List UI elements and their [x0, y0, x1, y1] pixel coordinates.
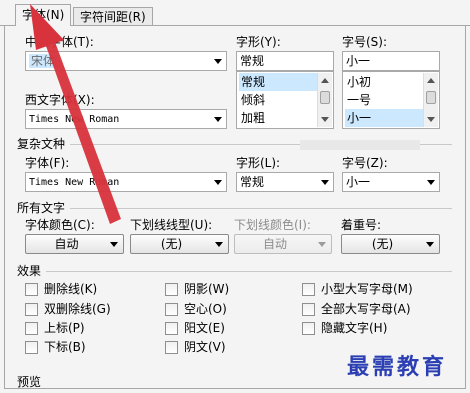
preview-group-title: 预览: [17, 375, 42, 389]
chevron-down-icon[interactable]: [321, 180, 329, 185]
chevron-down-icon[interactable]: [427, 180, 435, 185]
font-style-label: 字形(Y):: [236, 35, 281, 49]
scroll-thumb[interactable]: [426, 91, 436, 104]
western-font-label: 西文字体(X):: [25, 93, 95, 107]
group-divider: [46, 271, 452, 272]
watermark-text: 最需教育: [347, 354, 448, 380]
underline-color-label: 下划线颜色(I):: [234, 218, 311, 232]
font-color-label: 字体颜色(C):: [25, 218, 95, 232]
emphasis-button[interactable]: (无): [341, 234, 440, 254]
font-size-label: 字号(S):: [342, 35, 388, 49]
chevron-down-icon[interactable]: [110, 242, 118, 247]
tab-font[interactable]: 字体(N): [15, 4, 72, 26]
scroll-down-icon[interactable]: [427, 117, 435, 122]
scroll-thumb[interactable]: [320, 91, 330, 104]
font-size-scrollbar[interactable]: [423, 73, 438, 127]
complex-font-label: 字体(F):: [25, 156, 70, 170]
complex-script-group-title: 复杂文种: [17, 137, 66, 151]
complex-style-combo[interactable]: 常规: [236, 172, 334, 192]
chevron-down-icon[interactable]: [215, 242, 223, 247]
list-item[interactable]: 倾斜: [239, 91, 265, 109]
complex-font-combo[interactable]: Times New Roman: [25, 172, 227, 192]
font-size-list[interactable]: 小初 一号 小一: [342, 71, 440, 129]
scroll-up-icon[interactable]: [427, 78, 435, 83]
list-item[interactable]: 加粗: [239, 109, 265, 127]
group-divider: [70, 208, 452, 209]
complex-style-label: 字形(L):: [236, 156, 281, 170]
list-item[interactable]: 一号: [345, 91, 371, 109]
chevron-down-icon[interactable]: [214, 59, 222, 64]
effects-group-title: 效果: [17, 264, 42, 278]
chinese-font-label: 中文字体(T):: [25, 35, 94, 49]
list-item[interactable]: 小一: [345, 109, 423, 127]
chinese-font-value: 宋体: [29, 54, 58, 68]
underline-type-label: 下划线线型(U):: [130, 218, 213, 232]
scroll-down-icon[interactable]: [321, 117, 329, 122]
font-style-list[interactable]: 常规 倾斜 加粗: [236, 71, 334, 129]
font-style-input[interactable]: 常规: [236, 51, 334, 71]
complex-size-combo[interactable]: 小一: [342, 172, 440, 192]
all-text-group-title: 所有文字: [17, 201, 66, 215]
list-item[interactable]: 常规: [239, 73, 317, 91]
tab-character-spacing[interactable]: 字符间距(R): [73, 7, 153, 25]
font-style-scrollbar[interactable]: [317, 73, 332, 127]
chinese-font-combo[interactable]: 宋体: [25, 51, 227, 71]
font-size-input[interactable]: 小一: [342, 51, 440, 71]
complex-size-label: 字号(Z):: [342, 156, 388, 170]
western-font-combo[interactable]: Times New Roman: [25, 109, 227, 129]
list-item[interactable]: 小初: [345, 73, 371, 91]
chevron-down-icon[interactable]: [214, 180, 222, 185]
underline-type-button[interactable]: (无): [130, 234, 229, 254]
emphasis-label: 着重号:: [341, 218, 382, 232]
chevron-down-icon: [318, 242, 326, 247]
chevron-down-icon[interactable]: [426, 242, 434, 247]
underline-color-button[interactable]: 自动: [234, 234, 332, 254]
chevron-down-icon[interactable]: [214, 117, 222, 122]
scroll-up-icon[interactable]: [321, 78, 329, 83]
western-font-value: Times New Roman: [29, 114, 120, 125]
background-smudge: [300, 140, 420, 150]
font-color-button[interactable]: 自动: [25, 234, 124, 254]
